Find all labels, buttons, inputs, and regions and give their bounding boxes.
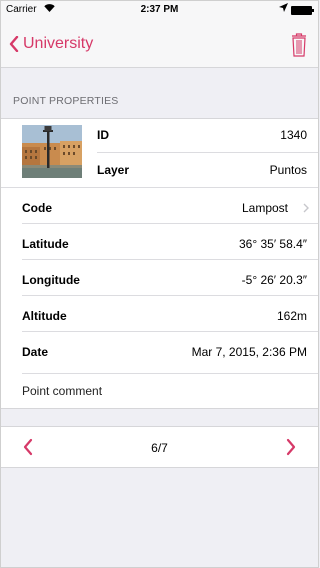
- longitude-row: Longitude -5° 26′ 20.3″: [1, 273, 318, 287]
- separator: [22, 331, 318, 332]
- altitude-value: 162m: [276, 309, 307, 323]
- code-row[interactable]: Code Lampost: [1, 201, 318, 215]
- layer-label: Layer: [97, 163, 130, 177]
- point-properties-group: ID 1340 Layer Puntos Code Lampost Latitu…: [1, 118, 318, 409]
- separator: [1, 187, 318, 188]
- next-point-button[interactable]: [286, 438, 296, 456]
- chevron-left-icon: [9, 36, 19, 52]
- date-value: Mar 7, 2015, 2:36 PM: [191, 345, 307, 359]
- section-header: POINT PROPERTIES: [13, 95, 119, 107]
- back-button[interactable]: University: [9, 35, 93, 53]
- pager-bar: 6/7: [1, 426, 318, 468]
- point-comment-placeholder: Point comment: [22, 384, 103, 398]
- code-value: Lampost: [241, 201, 288, 215]
- trash-icon[interactable]: [289, 32, 309, 57]
- altitude-row: Altitude 162m: [1, 309, 318, 323]
- point-comment-field[interactable]: Point comment: [1, 384, 318, 400]
- separator: [22, 373, 318, 374]
- location-arrow-icon: [279, 3, 288, 15]
- id-row: ID 1340: [1, 128, 318, 142]
- code-label: Code: [22, 201, 52, 215]
- back-button-label: University: [23, 35, 94, 52]
- battery-icon: [291, 6, 314, 15]
- altitude-label: Altitude: [22, 309, 67, 323]
- latitude-label: Latitude: [22, 237, 69, 251]
- id-value: 1340: [280, 128, 307, 142]
- date-row[interactable]: Date Mar 7, 2015, 2:36 PM: [1, 345, 318, 359]
- id-label: ID: [97, 128, 109, 142]
- status-bar: Carrier 2:37 PM: [1, 1, 318, 21]
- longitude-label: Longitude: [22, 273, 80, 287]
- date-label: Date: [22, 345, 49, 359]
- app-screen: Carrier 2:37 PM University POINT PROPERT…: [0, 0, 319, 568]
- longitude-value: -5° 26′ 20.3″: [241, 273, 307, 287]
- separator: [22, 295, 318, 296]
- latitude-row: Latitude 36° 35′ 58.4″: [1, 237, 318, 251]
- navigation-bar: Carrier 2:37 PM University: [1, 1, 318, 68]
- chevron-right-icon: [303, 203, 309, 213]
- separator: [22, 259, 318, 260]
- latitude-value: 36° 35′ 58.4″: [238, 237, 307, 251]
- separator: [97, 152, 318, 153]
- separator: [22, 223, 318, 224]
- pager-count: 6/7: [151, 441, 168, 455]
- layer-value: Puntos: [269, 163, 307, 177]
- layer-row[interactable]: Layer Puntos: [1, 163, 318, 177]
- status-time: 2:37 PM: [140, 4, 179, 15]
